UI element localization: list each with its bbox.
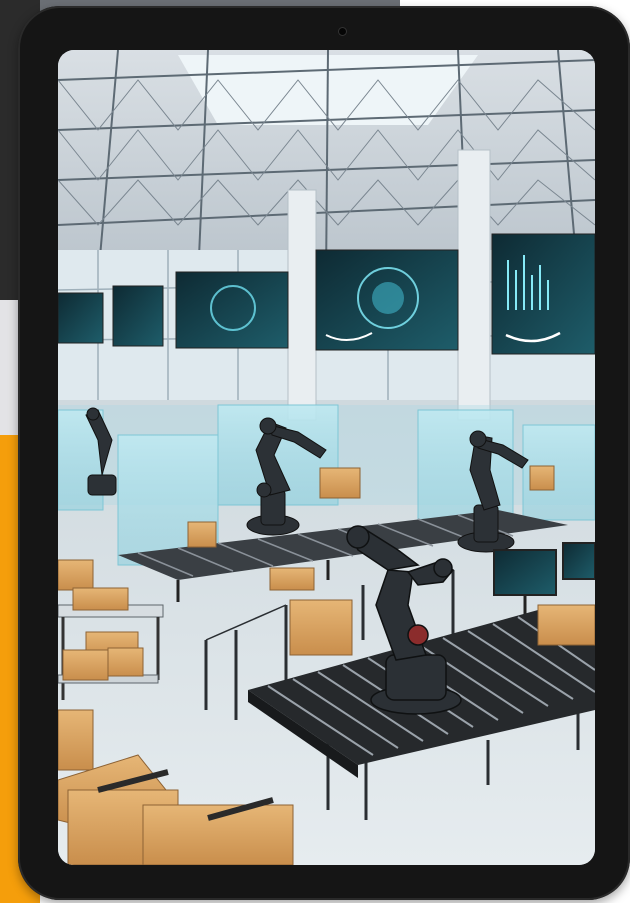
warehouse-scene-illustration [58, 50, 595, 865]
tablet-screen-image [58, 50, 595, 865]
front-camera-icon [339, 28, 346, 35]
